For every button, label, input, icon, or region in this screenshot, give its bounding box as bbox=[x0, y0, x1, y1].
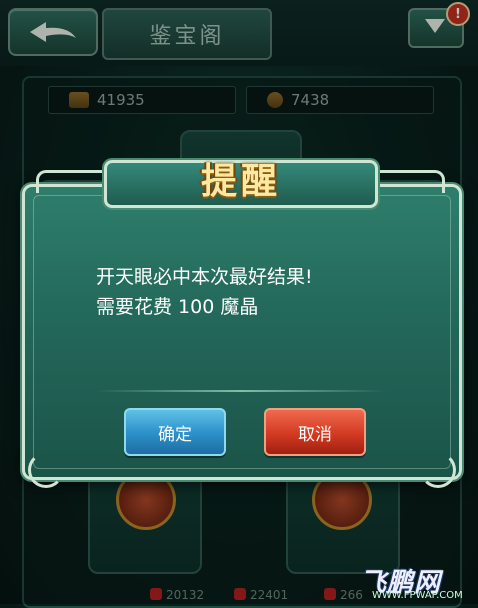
title-ornament-right bbox=[372, 170, 445, 193]
dialog-message: 开天眼必中本次最好结果! 需要花费 100 魔晶 bbox=[96, 266, 313, 318]
corner-ornament-left bbox=[28, 452, 64, 488]
confirm-button[interactable]: 确定 bbox=[124, 408, 226, 456]
watermark-url: WWW.FPWAP.COM bbox=[372, 590, 463, 601]
corner-ornament-right bbox=[420, 452, 456, 488]
dialog-inner-frame bbox=[33, 195, 451, 469]
cancel-button[interactable]: 取消 bbox=[264, 408, 366, 456]
reminder-dialog bbox=[22, 184, 462, 480]
title-ornament-left bbox=[36, 170, 109, 193]
dialog-divider bbox=[96, 390, 386, 392]
dialog-title: 提醒 bbox=[200, 160, 281, 202]
